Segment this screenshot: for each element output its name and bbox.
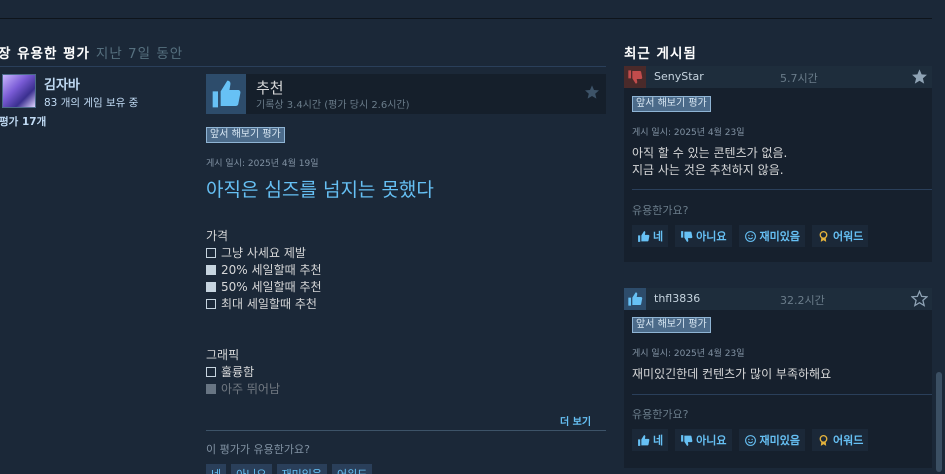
avatar[interactable] — [2, 74, 36, 108]
vote-yes-button[interactable]: 네 — [632, 429, 669, 451]
early-access-badge: 앞서 해보기 평가 — [632, 317, 711, 333]
divider — [632, 189, 932, 190]
vote-no-button[interactable]: 아니요 — [675, 429, 732, 451]
recent-review-card: SenyStar 5.7시간 앞서 해보기 평가 게시 일시: 2025년 4월… — [624, 66, 932, 262]
helpful-question: 유용한가요? — [632, 204, 689, 217]
divider — [206, 430, 606, 431]
checkbox-empty-icon — [206, 248, 216, 258]
review-hours: 기록상 3.4시간 (평가 당시 2.6시간) — [256, 100, 410, 111]
checkbox-empty-icon — [206, 367, 216, 377]
review-text-line: 지금 사는 것은 추천하지 않음. — [632, 163, 784, 177]
recent-heading: 최근 게시됨 — [624, 46, 697, 62]
card-hours: 32.2시간 — [780, 294, 825, 307]
award-icon — [819, 434, 828, 446]
posted-date: 게시 일시: 2025년 4월 19일 — [206, 159, 319, 169]
section-graphics-label: 그래픽 — [206, 348, 240, 362]
most-helpful-period: 지난 7일 동안 — [95, 46, 184, 62]
card-hours: 5.7시간 — [780, 72, 818, 85]
vote-funny-button[interactable]: 재미있음 — [738, 225, 805, 247]
award-button[interactable]: 어워드 — [331, 464, 373, 474]
list-item: 아주 뛰어남 — [206, 380, 280, 397]
top-divider — [0, 18, 932, 19]
thumbs-down-icon — [681, 230, 693, 242]
list-item: 20% 세일할때 추천 — [206, 261, 322, 278]
helpful-question: 이 평가가 유용한가요? — [206, 443, 310, 456]
smiley-icon — [744, 230, 756, 242]
vote-no-button[interactable]: 아니요 — [231, 464, 272, 474]
vote-yes-button[interactable]: 네 — [632, 225, 669, 247]
thumbs-up-icon — [206, 74, 246, 114]
read-more-link[interactable]: 더 보기 — [560, 413, 591, 428]
divider — [632, 394, 932, 395]
checkbox-filled-icon — [206, 265, 216, 275]
list-item: 최대 세일할때 추천 — [206, 295, 317, 312]
review-header[interactable]: 추천 기록상 3.4시간 (평가 당시 2.6시간) — [206, 74, 606, 114]
author-name[interactable]: 김자바 — [44, 74, 80, 93]
list-item: 그냥 사세요 제발 — [206, 244, 306, 261]
vote-funny-button[interactable]: 재미있음 — [738, 429, 805, 451]
list-item: 훌륭함 — [206, 363, 254, 380]
section-divider — [0, 66, 606, 67]
star-outline-icon[interactable] — [910, 289, 929, 311]
star-icon[interactable] — [911, 68, 928, 89]
checkbox-empty-icon — [206, 299, 216, 309]
card-header[interactable]: thfl3836 32.2시간 — [624, 288, 932, 310]
vote-buttons: 네 아니요 재미있음 어워드 — [206, 464, 373, 474]
vote-no-button[interactable]: 아니요 — [675, 225, 732, 247]
most-helpful-heading: 장 유용한 평가 지난 7일 동안 — [0, 42, 183, 62]
early-access-badge: 앞서 해보기 평가 — [632, 96, 711, 112]
vote-buttons: 네 아니요 재미있음 어워드 — [632, 429, 869, 451]
review-headline[interactable]: 아직은 심즈를 넘지는 못했다 — [206, 175, 434, 202]
most-helpful-title: 장 유용한 평가 — [0, 46, 90, 62]
checkbox-filled-icon — [206, 384, 216, 394]
thumbs-up-icon — [624, 288, 646, 310]
smiley-icon — [744, 434, 756, 446]
early-access-badge: 앞서 해보기 평가 — [206, 127, 285, 143]
list-item: 50% 세일할때 추천 — [206, 278, 322, 295]
recent-review-card: thfl3836 32.2시간 앞서 해보기 평가 게시 일시: 2025년 4… — [624, 288, 932, 468]
vote-buttons: 네 아니요 재미있음 어워드 — [632, 225, 869, 247]
award-icon — [819, 230, 828, 242]
helpful-question: 유용한가요? — [632, 408, 689, 421]
star-icon[interactable] — [584, 84, 600, 104]
card-username[interactable]: thfl3836 — [654, 292, 700, 305]
review-text-line: 아직 할 수 있는 콘텐츠가 없음. — [632, 146, 788, 160]
review-text-line: 재미있긴한데 컨텐츠가 많이 부족하해요 — [632, 367, 832, 381]
thumbs-down-icon — [624, 66, 646, 88]
award-button[interactable]: 어워드 — [811, 429, 869, 451]
review-verdict: 추천 — [256, 79, 284, 97]
vote-yes-button[interactable]: 네 — [206, 464, 227, 474]
thumbs-up-icon — [638, 434, 650, 446]
card-header[interactable]: SenyStar 5.7시간 — [624, 66, 932, 88]
thumbs-up-icon — [638, 230, 650, 242]
checkbox-filled-icon — [206, 282, 216, 292]
award-button[interactable]: 어워드 — [811, 225, 869, 247]
card-username[interactable]: SenyStar — [654, 70, 704, 83]
vote-funny-button[interactable]: 재미있음 — [276, 464, 327, 474]
section-price-label: 가격 — [206, 229, 229, 243]
thumbs-down-icon — [681, 434, 693, 446]
posted-date: 게시 일시: 2025년 4월 23일 — [632, 349, 745, 359]
review-count[interactable]: 평가 17개 — [0, 114, 46, 129]
games-owned[interactable]: 83 개의 게임 보유 중 — [44, 95, 138, 110]
scrollbar-thumb[interactable] — [936, 372, 942, 472]
posted-date: 게시 일시: 2025년 4월 23일 — [632, 128, 745, 138]
